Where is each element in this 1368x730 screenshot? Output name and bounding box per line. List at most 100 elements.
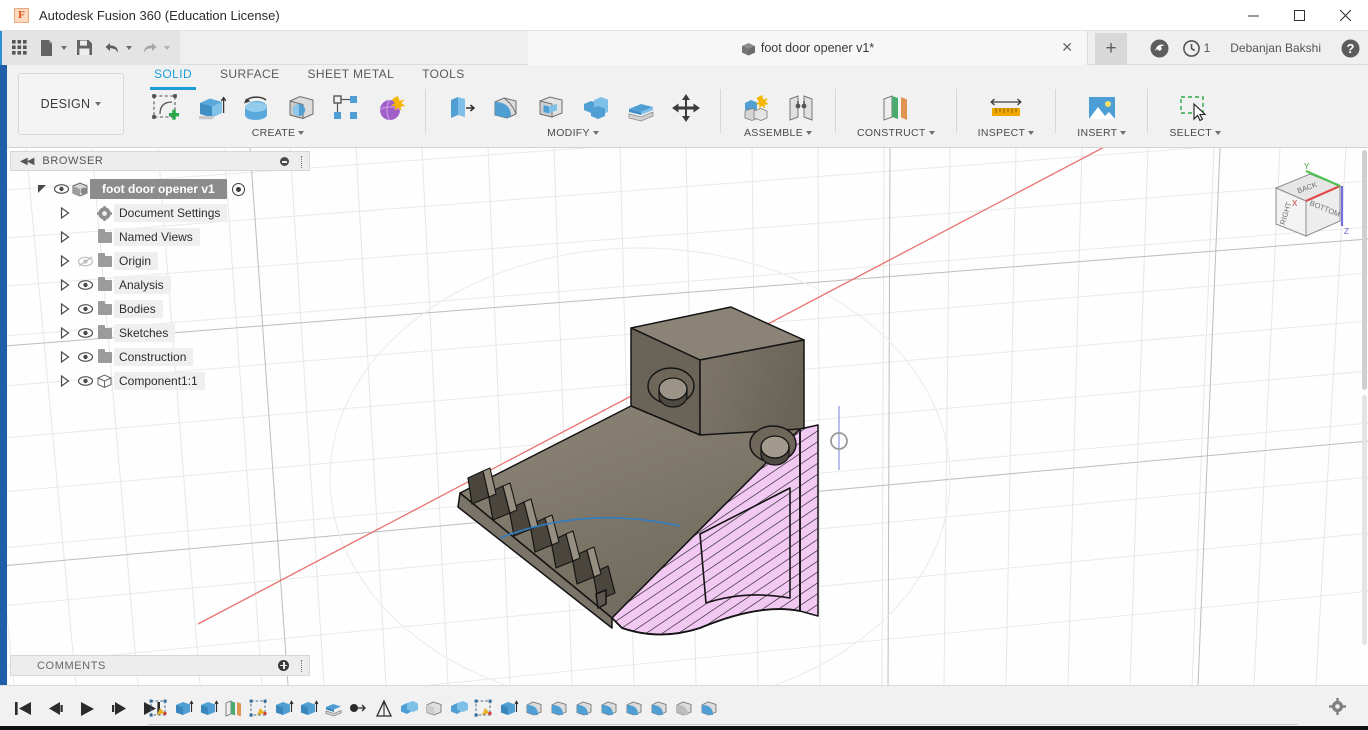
combine-icon[interactable] (573, 87, 618, 129)
app-grid-icon[interactable] (6, 35, 33, 61)
sketch-feature-icon[interactable] (473, 698, 495, 720)
fillet-feature-icon[interactable] (623, 698, 645, 720)
visibility-eye-icon[interactable] (76, 352, 95, 362)
new-document-icon[interactable] (33, 35, 60, 61)
comments-panel[interactable]: COMMENTS (10, 655, 310, 676)
fillet-feature-icon[interactable] (598, 698, 620, 720)
save-icon[interactable] (71, 35, 98, 61)
undo-caret-icon[interactable] (126, 45, 132, 50)
sketch-feature-icon[interactable] (148, 698, 170, 720)
visibility-eye-icon[interactable] (76, 376, 95, 386)
ribbon-group-inspect-label[interactable]: INSPECT (978, 127, 1035, 139)
ribbon-group-create-label[interactable]: CREATE (252, 127, 305, 139)
select-window-icon[interactable] (1173, 87, 1218, 129)
workspace-switcher[interactable]: DESIGN (18, 73, 124, 135)
panel-options-icon[interactable] (280, 157, 289, 166)
jump-to-beginning-icon[interactable] (12, 698, 34, 720)
measure-icon[interactable] (983, 87, 1028, 129)
ribbon-group-modify-label[interactable]: MODIFY (547, 127, 599, 139)
user-name-label[interactable]: Debanjan Bakshi (1230, 41, 1321, 55)
sketch-feature-icon[interactable] (248, 698, 270, 720)
create-sketch-icon[interactable] (143, 87, 188, 129)
extrude-feature-icon[interactable] (173, 698, 195, 720)
expand-arrow-icon[interactable] (60, 231, 72, 243)
fillet-feature-icon[interactable] (523, 698, 545, 720)
chamfer-feature-icon[interactable] (423, 698, 445, 720)
sphere-icon[interactable] (278, 87, 323, 129)
tree-item-document-settings[interactable]: Document Settings (10, 201, 310, 225)
view-cube[interactable]: BACK BOTTOM RIGHT Y X Z (1258, 158, 1358, 258)
fillet-feature-icon[interactable] (673, 698, 695, 720)
rib-feature-icon[interactable] (373, 698, 395, 720)
fillet-feature-icon[interactable] (648, 698, 670, 720)
form-icon[interactable] (368, 87, 413, 129)
ribbon-group-assemble-label[interactable]: ASSEMBLE (744, 127, 812, 139)
comments-resize-grip[interactable] (301, 660, 302, 672)
tree-root-row[interactable]: foot door opener v1 (10, 177, 310, 201)
combine-feature-icon[interactable] (448, 698, 470, 720)
viewport-canvas[interactable]: ◀◀ BROWSER foot door opener v1 Document … (0, 148, 1368, 685)
timeline-settings-gear-icon[interactable] (1329, 698, 1346, 718)
expand-arrow-icon[interactable] (60, 375, 72, 387)
undo-icon[interactable] (98, 35, 125, 61)
visibility-eye-icon[interactable] (76, 280, 95, 290)
mirror-feature-icon[interactable] (348, 698, 370, 720)
move-copy-icon[interactable] (663, 87, 708, 129)
tab-tools[interactable]: TOOLS (408, 67, 478, 87)
new-tab-button[interactable]: + (1095, 33, 1127, 65)
new-document-caret-icon[interactable] (61, 45, 67, 50)
ribbon-group-select-label[interactable]: SELECT (1169, 127, 1222, 139)
expand-arrow-icon[interactable] (36, 183, 48, 195)
plane-feature-icon[interactable] (223, 698, 245, 720)
step-back-icon[interactable] (44, 698, 66, 720)
viewport-scrollbar-track[interactable] (1362, 395, 1367, 645)
pattern-icon[interactable] (323, 87, 368, 129)
extensions-icon[interactable] (1150, 39, 1169, 58)
add-comment-icon[interactable] (278, 660, 289, 671)
press-pull-icon[interactable] (438, 87, 483, 129)
tree-item-analysis[interactable]: Analysis (10, 273, 310, 297)
expand-arrow-icon[interactable] (60, 279, 72, 291)
new-component-icon[interactable] (733, 87, 778, 129)
close-tab-icon[interactable]: ✕ (1061, 40, 1073, 54)
expand-arrow-icon[interactable] (60, 351, 72, 363)
shell-icon[interactable] (528, 87, 573, 129)
viewport-scrollbar-thumb[interactable] (1362, 150, 1367, 390)
extrude-feature-icon[interactable] (198, 698, 220, 720)
help-icon[interactable]: ? (1341, 39, 1360, 58)
visibility-eye-icon[interactable] (76, 328, 95, 338)
visibility-eye-hidden-icon[interactable] (76, 255, 95, 267)
minimize-icon[interactable] (1230, 0, 1276, 31)
insert-image-icon[interactable] (1079, 87, 1124, 129)
step-forward-icon[interactable] (108, 698, 130, 720)
tab-surface[interactable]: SURFACE (206, 67, 293, 87)
close-icon[interactable] (1322, 0, 1368, 31)
tree-item-named-views[interactable]: Named Views (10, 225, 310, 249)
tab-sheet-metal[interactable]: SHEET METAL (294, 67, 409, 87)
visibility-eye-icon[interactable] (76, 304, 95, 314)
expand-arrow-icon[interactable] (60, 303, 72, 315)
tree-item-component1[interactable]: Component1:1 (10, 369, 310, 393)
panel-resize-grip[interactable] (301, 156, 302, 168)
split-face-icon[interactable] (618, 87, 663, 129)
shell-feature-icon[interactable] (323, 698, 345, 720)
fillet-icon[interactable] (483, 87, 528, 129)
tree-item-origin[interactable]: Origin (10, 249, 310, 273)
redo-caret-icon[interactable] (164, 45, 170, 50)
activate-radio-icon[interactable] (231, 182, 245, 196)
tree-item-construction[interactable]: Construction (10, 345, 310, 369)
extrude-feature-icon[interactable] (298, 698, 320, 720)
offset-plane-icon[interactable] (873, 87, 918, 129)
extrude-icon[interactable] (188, 87, 233, 129)
expand-arrow-icon[interactable] (60, 327, 72, 339)
redo-icon[interactable] (136, 35, 163, 61)
expand-arrow-icon[interactable] (60, 207, 72, 219)
document-tab[interactable]: foot door opener v1* ✕ (528, 31, 1088, 65)
visibility-eye-icon[interactable] (52, 184, 71, 194)
joint-icon[interactable] (778, 87, 823, 129)
ribbon-group-insert-label[interactable]: INSERT (1077, 127, 1127, 139)
collapse-left-icon[interactable]: ◀◀ (20, 156, 34, 167)
fillet-feature-icon[interactable] (548, 698, 570, 720)
tree-item-sketches[interactable]: Sketches (10, 321, 310, 345)
fillet-feature-icon[interactable] (573, 698, 595, 720)
